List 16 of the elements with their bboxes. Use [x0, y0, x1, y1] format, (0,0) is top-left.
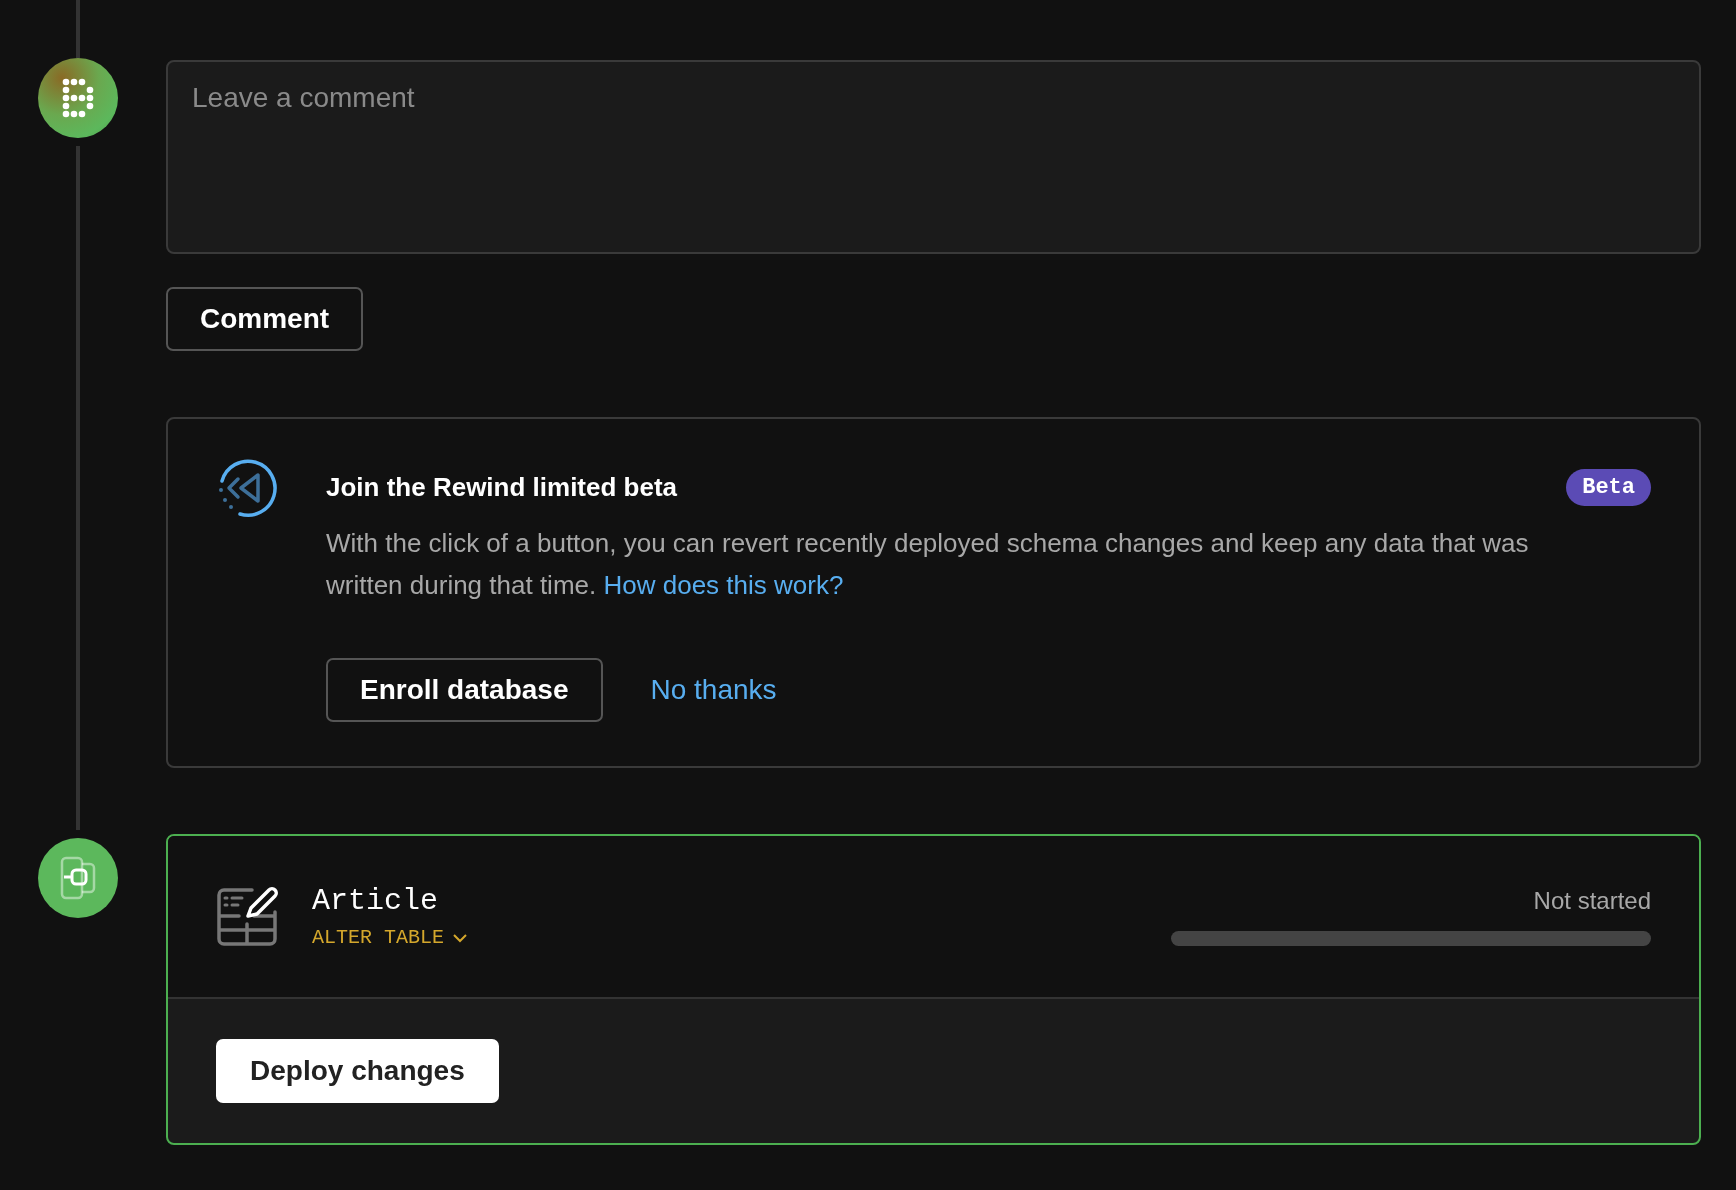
comment-button[interactable]: Comment	[166, 287, 364, 351]
branch-merge-icon	[58, 856, 98, 900]
card-description: With the click of a button, you can revert recently deployed schema changes and keep any data that was written during that time. How does this work?	[326, 527, 1530, 602]
operation-dropdown[interactable]: ALTER TABLE	[312, 926, 469, 949]
dotted-letter-icon	[62, 78, 94, 118]
beta-badge: Beta	[1566, 469, 1651, 506]
enroll-button[interactable]: Enroll database	[326, 658, 603, 722]
table-name: Article	[312, 884, 440, 918]
comment-input[interactable]: Leave a comment	[166, 60, 1701, 254]
table-edit-icon	[216, 885, 278, 948]
help-link[interactable]: How does this work?	[603, 570, 844, 600]
status-label: Not started	[1533, 887, 1651, 915]
chevron-down-icon	[452, 932, 469, 943]
card-title: Join the Rewind limited beta	[326, 472, 678, 503]
dismiss-link[interactable]: No thanks	[650, 674, 777, 706]
deploy-button[interactable]: Deploy changes	[216, 1039, 499, 1103]
